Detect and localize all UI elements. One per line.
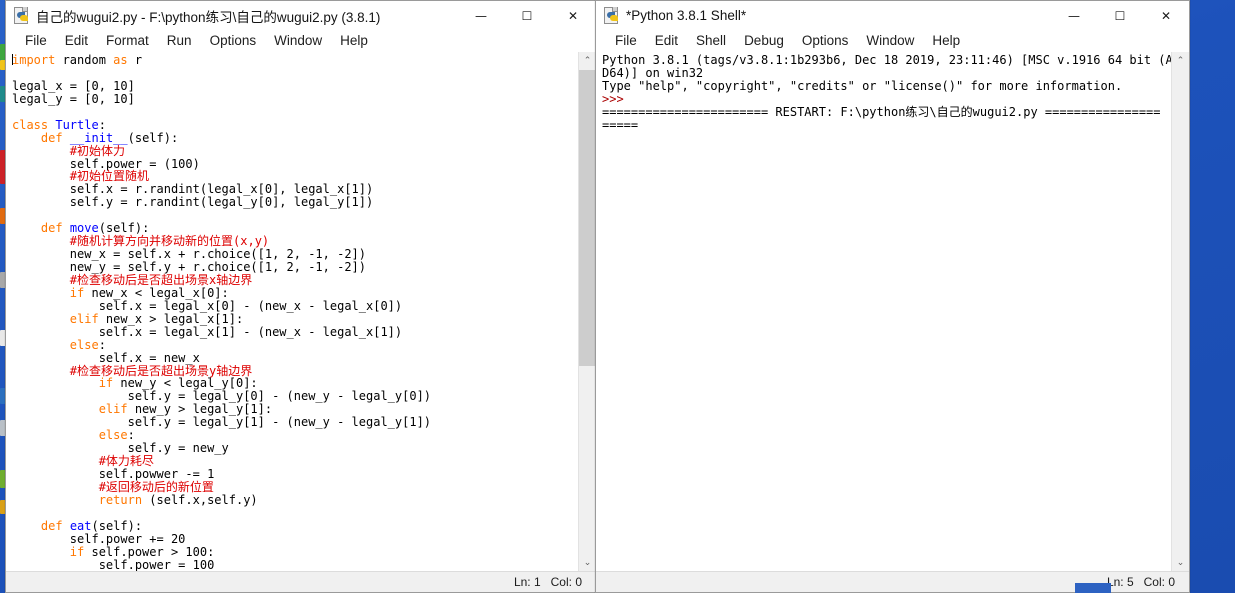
scroll-down-icon[interactable]: ⌄ <box>1172 554 1189 571</box>
shell-output-region[interactable]: Python 3.8.1 (tags/v3.8.1:1b293b6, Dec 1… <box>596 52 1189 571</box>
menu-help[interactable]: Help <box>331 32 377 50</box>
python-shell-window[interactable]: *Python 3.8.1 Shell* — ☐ ✕ File Edit Shell… <box>595 0 1190 593</box>
maximize-icon: ☐ <box>521 8 533 23</box>
editor-title: 自己的wugui2.py - F:\python练习\自己的wugui2.py … <box>36 9 381 25</box>
menu-help[interactable]: Help <box>923 32 969 50</box>
menu-window[interactable]: Window <box>857 32 923 50</box>
menu-options[interactable]: Options <box>201 32 266 50</box>
shell-line: Type "help", "copyright", "credits" or "… <box>602 78 1123 93</box>
editor-line-col-status: Ln: 1 Col: 0 <box>513 575 582 589</box>
close-icon: ✕ <box>1160 8 1172 23</box>
close-button[interactable]: ✕ <box>550 1 596 30</box>
menu-edit[interactable]: Edit <box>646 32 687 50</box>
menu-options[interactable]: Options <box>793 32 858 50</box>
shell-output-text[interactable]: Python 3.8.1 (tags/v3.8.1:1b293b6, Dec 1… <box>596 52 1172 571</box>
scroll-up-icon[interactable]: ⌃ <box>1172 52 1189 69</box>
scrollbar-thumb[interactable] <box>579 70 596 366</box>
maximize-button[interactable]: ☐ <box>504 1 550 30</box>
close-button[interactable]: ✕ <box>1143 1 1189 30</box>
python-file-icon <box>13 7 30 24</box>
code-line: self.power = 100 <box>12 557 215 571</box>
shell-vertical-scrollbar[interactable]: ⌃ ⌄ <box>1171 52 1189 571</box>
scroll-down-icon[interactable]: ⌄ <box>579 554 596 571</box>
code-line: legal_y = [0, 10] <box>12 91 135 106</box>
code-line: self.y = r.randint(legal_y[0], legal_y[1… <box>12 195 374 210</box>
shell-window-controls[interactable]: — ☐ ✕ <box>1051 1 1189 30</box>
menu-edit[interactable]: Edit <box>56 32 97 50</box>
taskbar-peek <box>1075 583 1111 593</box>
menu-debug[interactable]: Debug <box>735 32 793 50</box>
maximize-button[interactable]: ☐ <box>1097 1 1143 30</box>
shell-titlebar[interactable]: *Python 3.8.1 Shell* — ☐ ✕ <box>596 1 1189 30</box>
python-file-icon <box>603 7 620 24</box>
editor-statusbar: Ln: 1 Col: 0 <box>6 571 596 592</box>
editor-text-region[interactable]: import random as r legal_x = [0, 10] lega… <box>6 52 596 571</box>
idle-editor-window[interactable]: 自己的wugui2.py - F:\python练习\自己的wugui2.py … <box>5 0 597 593</box>
menu-window[interactable]: Window <box>265 32 331 50</box>
code-line: import random as r <box>12 53 143 67</box>
shell-title: *Python 3.8.1 Shell* <box>626 8 747 23</box>
minimize-button[interactable]: — <box>458 1 504 30</box>
code-line: return (self.x,self.y) <box>98 492 258 507</box>
menu-file[interactable]: File <box>606 32 646 50</box>
menu-file[interactable]: File <box>16 32 56 50</box>
minimize-icon: — <box>475 8 487 23</box>
shell-line-col-status: Ln: 5 Col: 0 <box>1106 575 1175 589</box>
maximize-icon: ☐ <box>1114 8 1126 23</box>
minimize-button[interactable]: — <box>1051 1 1097 30</box>
scroll-up-icon[interactable]: ⌃ <box>579 52 596 69</box>
editor-menubar[interactable]: File Edit Format Run Options Window Help <box>6 30 596 52</box>
shell-line: ===== <box>602 117 639 132</box>
shell-line: ======================= RESTART: F:\pyth… <box>602 104 1161 119</box>
shell-menubar[interactable]: File Edit Shell Debug Options Window Help <box>596 30 1189 52</box>
menu-shell[interactable]: Shell <box>687 32 735 50</box>
editor-vertical-scrollbar[interactable]: ⌃ ⌄ <box>578 52 596 571</box>
editor-titlebar[interactable]: 自己的wugui2.py - F:\python练习\自己的wugui2.py … <box>6 1 596 30</box>
close-icon: ✕ <box>567 8 579 23</box>
editor-code-text[interactable]: import random as r legal_x = [0, 10] lega… <box>6 52 579 571</box>
minimize-icon: — <box>1068 8 1080 23</box>
editor-window-controls[interactable]: — ☐ ✕ <box>458 1 596 30</box>
menu-run[interactable]: Run <box>158 32 201 50</box>
menu-format[interactable]: Format <box>97 32 158 50</box>
